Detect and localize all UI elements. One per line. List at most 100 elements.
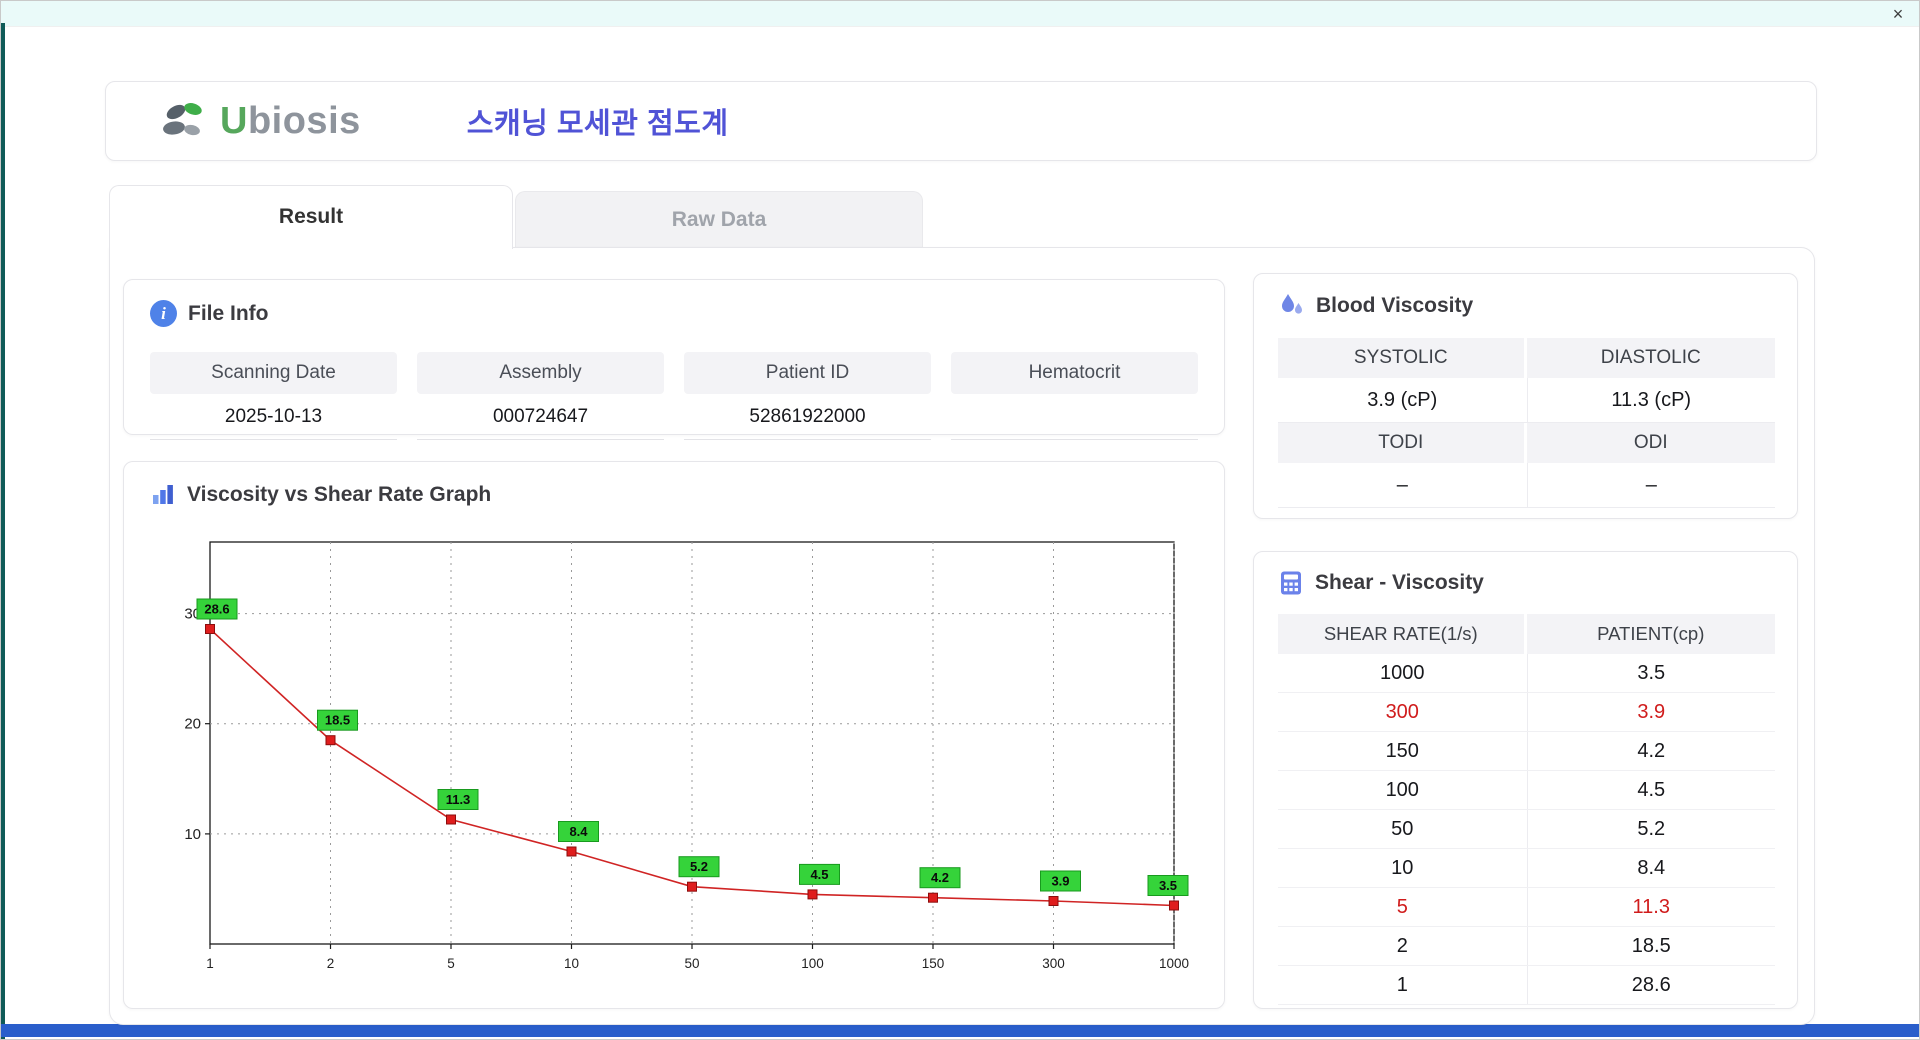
table-row: 2 18.5	[1278, 927, 1775, 966]
bv-value-todi: –	[1278, 463, 1527, 508]
bv-value-odi: –	[1526, 463, 1775, 508]
svg-text:1000: 1000	[1159, 956, 1189, 971]
file-info-card: i File Info Scanning Date 2025-10-13 Ass…	[123, 279, 1225, 440]
shear-viscosity-title: Shear - Viscosity	[1315, 571, 1484, 594]
cell-shear-rate: 5	[1396, 896, 1408, 918]
bv-header-systolic: SYSTOLIC	[1278, 338, 1527, 378]
blood-viscosity-grid: SYSTOLIC DIASTOLIC 3.9 (cP) 11.3 (cP) TO…	[1278, 338, 1775, 508]
cell-patient: 3.9	[1526, 693, 1776, 731]
cell-shear-rate: 1000	[1380, 662, 1425, 684]
close-icon[interactable]: ×	[1887, 3, 1909, 25]
field-label: Scanning Date	[150, 352, 397, 394]
cell-patient: 8.4	[1526, 849, 1776, 887]
svg-text:50: 50	[684, 956, 699, 971]
table-row: 1000 3.5	[1278, 654, 1775, 693]
field-label: Hematocrit	[951, 352, 1198, 394]
bv-header-diastolic: DIASTOLIC	[1526, 338, 1775, 378]
graph-header: Viscosity vs Shear Rate Graph	[150, 482, 491, 508]
page-title: 스캐닝 모세관 점도계	[466, 108, 729, 140]
table-row: 150 4.2	[1278, 732, 1775, 771]
bar-chart-icon	[153, 485, 173, 504]
cell-shear-rate: 2	[1396, 935, 1408, 957]
header-card: Ubiosis 스캐닝 모세관 점도계	[105, 81, 1817, 161]
svg-text:3.9: 3.9	[1051, 874, 1069, 889]
svg-text:100: 100	[801, 956, 824, 971]
ubiosis-logo: Ubiosis	[160, 99, 361, 143]
file-info-fields: Scanning Date 2025-10-13 Assembly 000724…	[150, 352, 1198, 440]
table-row: 10 8.4	[1278, 849, 1775, 888]
field-patient-id: Patient ID 52861922000	[684, 352, 931, 440]
svg-text:11.3: 11.3	[446, 792, 471, 807]
shear-viscosity-header: Shear - Viscosity	[1278, 570, 1484, 596]
svg-text:18.5: 18.5	[325, 713, 350, 728]
graph-title: Viscosity vs Shear Rate Graph	[187, 483, 492, 506]
cell-shear-rate: 300	[1385, 701, 1419, 723]
table-row: 100 4.5	[1278, 771, 1775, 810]
droplets-icon	[1282, 294, 1302, 314]
bv-value-systolic: 3.9 (cP)	[1278, 378, 1527, 423]
field-scanning-date: Scanning Date 2025-10-13	[150, 352, 397, 440]
table-row: 300 3.9	[1278, 693, 1775, 732]
table-row: 50 5.2	[1278, 810, 1775, 849]
table-header: SHEAR RATE(1/s) PATIENT(cp)	[1278, 614, 1775, 654]
cell-patient: 28.6	[1526, 966, 1776, 1004]
field-assembly: Assembly 000724647	[417, 352, 664, 440]
bv-header-odi: ODI	[1526, 423, 1775, 463]
cell-patient: 11.3	[1526, 888, 1776, 926]
tab-raw-data[interactable]: Raw Data	[515, 191, 923, 249]
file-info-title: File Info	[188, 301, 269, 325]
window-left-edge	[1, 23, 5, 1039]
cell-shear-rate: 150	[1385, 740, 1419, 762]
svg-text:1: 1	[206, 956, 214, 971]
cell-patient: 5.2	[1526, 810, 1776, 848]
column-header-shear-rate: SHEAR RATE(1/s)	[1278, 614, 1527, 654]
calculator-icon	[1281, 571, 1301, 595]
cell-shear-rate: 1	[1396, 974, 1408, 996]
leaf-logo-icon	[163, 103, 202, 136]
cell-shear-rate: 100	[1385, 779, 1419, 801]
field-value: 52861922000	[684, 394, 931, 440]
window-bottom-bar	[1, 1024, 1919, 1037]
field-value	[951, 394, 1198, 440]
cell-patient: 4.2	[1526, 732, 1776, 770]
svg-text:10: 10	[184, 826, 201, 843]
titlebar[interactable]: ×	[1, 1, 1919, 27]
tab-result[interactable]: Result	[109, 185, 513, 249]
blood-viscosity-header: Blood Viscosity	[1278, 292, 1473, 319]
svg-text:4.2: 4.2	[931, 870, 949, 885]
field-label: Assembly	[417, 352, 664, 394]
svg-text:3.5: 3.5	[1159, 878, 1177, 893]
blood-viscosity-card: Blood Viscosity SYSTOLIC DIASTOLIC 3.9 (…	[1253, 273, 1798, 519]
svg-text:5.2: 5.2	[690, 859, 708, 874]
shear-viscosity-table: SHEAR RATE(1/s) PATIENT(cp) 1000 3.5 300…	[1278, 614, 1775, 1005]
field-value: 000724647	[417, 394, 664, 440]
svg-text:20: 20	[184, 716, 201, 733]
info-icon: i	[150, 300, 177, 327]
column-header-patient: PATIENT(cp)	[1526, 614, 1775, 654]
file-info-header: i File Info	[150, 300, 269, 327]
logo-text: Ubiosis	[220, 99, 361, 142]
app-window: { "window": { "close_glyph": "×" }, "ico…	[0, 0, 1920, 1040]
svg-text:150: 150	[922, 956, 945, 971]
svg-text:4.5: 4.5	[810, 867, 828, 882]
svg-text:2: 2	[327, 956, 335, 971]
field-hematocrit: Hematocrit	[951, 352, 1198, 440]
cell-patient: 4.5	[1526, 771, 1776, 809]
shear-viscosity-card: Shear - Viscosity SHEAR RATE(1/s) PATIEN…	[1253, 551, 1798, 1009]
cell-shear-rate: 10	[1391, 857, 1414, 879]
table-row: 5 11.3	[1278, 888, 1775, 927]
svg-text:28.6: 28.6	[204, 602, 229, 617]
bv-value-diastolic: 11.3 (cP)	[1526, 378, 1775, 423]
bv-header-todi: TODI	[1278, 423, 1527, 463]
blood-viscosity-title: Blood Viscosity	[1316, 293, 1474, 317]
cell-shear-rate: 50	[1391, 818, 1414, 840]
graph-card: Viscosity vs Shear Rate Graph 10 20 30 1 2 5 1…	[123, 461, 1225, 1009]
field-value: 2025-10-13	[150, 394, 397, 440]
svg-text:300: 300	[1042, 956, 1065, 971]
viscosity-chart: 10 20 30 1 2 5 10 50 100 150 300 1000 28.6 18.5 11.3 8.…	[160, 530, 1190, 980]
svg-text:10: 10	[564, 956, 579, 971]
field-label: Patient ID	[684, 352, 931, 394]
svg-text:5: 5	[447, 956, 455, 971]
svg-text:8.4: 8.4	[569, 824, 588, 839]
cell-patient: 18.5	[1526, 927, 1776, 965]
